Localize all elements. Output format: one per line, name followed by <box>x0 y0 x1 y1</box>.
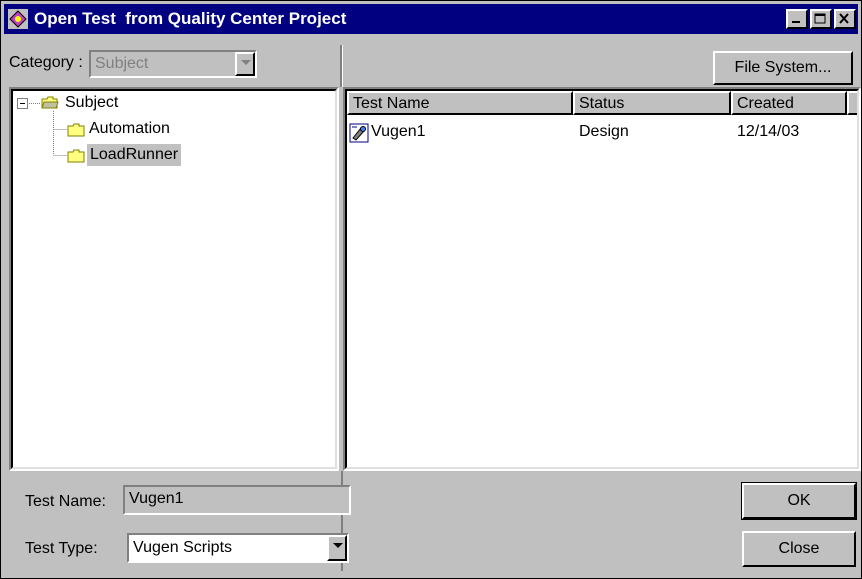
ok-button[interactable]: OK <box>741 482 857 520</box>
close-icon <box>839 13 849 24</box>
test-name-value: Vugen1 <box>129 490 184 507</box>
test-name-label: Test Name: <box>25 493 106 510</box>
maximize-icon <box>814 13 826 24</box>
column-header-status[interactable]: Status <box>573 91 731 115</box>
column-header-extra[interactable] <box>847 91 857 115</box>
test-type-combo[interactable]: Vugen Scripts <box>127 533 349 563</box>
minimize-button[interactable] <box>786 9 808 29</box>
category-value: Subject <box>95 55 149 72</box>
close-window-button[interactable] <box>834 9 856 29</box>
file-system-label: File System... <box>734 59 832 76</box>
header-divider-highlight <box>342 45 343 87</box>
category-combo[interactable]: Subject <box>89 50 257 78</box>
test-list[interactable]: Test Name Status Created Vugen1 Design 1… <box>343 87 861 471</box>
folder-icon <box>67 123 85 137</box>
category-dropdown-button[interactable] <box>235 52 255 76</box>
tree-item-label: Subject <box>65 94 119 111</box>
file-system-button[interactable]: File System... <box>713 51 853 85</box>
title-bar[interactable]: Open Test from Quality Center Project <box>4 4 858 34</box>
dialog-window: Open Test from Quality Center Project Ca… <box>0 0 862 579</box>
category-label: Category : <box>9 54 83 71</box>
subject-tree[interactable]: Subject Automation LoadRunner <box>9 87 339 471</box>
minimize-icon <box>792 21 800 23</box>
test-type-label: Test Type: <box>25 540 98 557</box>
ok-label: OK <box>787 492 811 509</box>
test-type-value: Vugen Scripts <box>133 539 233 556</box>
table-row[interactable]: Vugen1 Design 12/14/03 <box>347 121 857 145</box>
column-header-created[interactable]: Created <box>731 91 847 115</box>
folder-icon <box>67 149 85 163</box>
chevron-down-icon <box>333 543 343 548</box>
open-folder-icon <box>41 96 59 109</box>
test-type-dropdown-button[interactable] <box>327 535 347 561</box>
tree-item-label: Automation <box>89 120 170 137</box>
cell-test-name: Vugen1 <box>371 123 426 140</box>
column-header-test-name[interactable]: Test Name <box>347 91 573 115</box>
tree-item-label-selected: LoadRunner <box>87 144 182 166</box>
close-label: Close <box>778 540 820 557</box>
cell-status: Design <box>579 123 629 140</box>
chevron-down-icon <box>241 60 251 65</box>
quality-center-app-icon <box>8 9 28 29</box>
cell-created: 12/14/03 <box>737 123 800 140</box>
window-title: Open Test from Quality Center Project <box>34 9 347 28</box>
close-button[interactable]: Close <box>742 531 856 567</box>
test-name-field[interactable]: Vugen1 <box>123 485 351 515</box>
maximize-button[interactable] <box>810 9 832 29</box>
vugen-script-icon <box>349 123 369 143</box>
